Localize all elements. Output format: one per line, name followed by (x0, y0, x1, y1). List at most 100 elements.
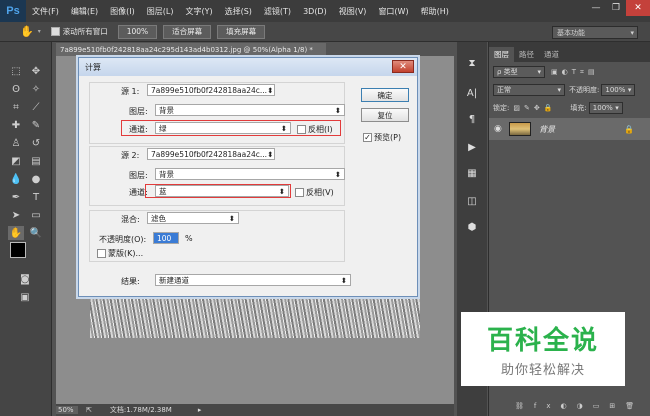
quick-mask-icon[interactable]: ◙ (17, 272, 33, 286)
path-selection-tool-icon[interactable]: ➤ (8, 208, 24, 222)
menu-3d[interactable]: 3D(D) (297, 7, 333, 16)
source1-layer-select[interactable]: 背景 ⬍ (155, 104, 345, 116)
menu-layer[interactable]: 图层(L) (141, 6, 180, 17)
layer-thumbnail (509, 122, 531, 136)
fit-screen-button[interactable]: 适合屏幕 (163, 24, 212, 39)
menu-window[interactable]: 窗口(W) (372, 6, 414, 17)
lasso-tool-icon[interactable]: ʘ (8, 82, 24, 96)
chevron-down-icon[interactable]: ▾ (38, 28, 41, 35)
marquee-tool-icon[interactable]: ⬚ (8, 64, 24, 78)
source1-file-select[interactable]: 7a899e510fb0f242818aa24c... ⬍ (147, 84, 275, 96)
tab-layers[interactable]: 图层 (489, 47, 514, 62)
minimize-icon[interactable]: — (586, 0, 606, 16)
dodge-tool-icon[interactable]: ● (28, 172, 44, 186)
source2-channel-select[interactable]: 蓝 ⬍ (155, 185, 289, 197)
lock-icons[interactable]: ▨✎✥🔒 (513, 104, 556, 112)
layer-kind-filter[interactable]: ρ 类型 ▾ (493, 66, 545, 78)
menu-image[interactable]: 图像(I) (104, 6, 141, 17)
crop-tool-icon[interactable]: ⌗ (8, 100, 24, 114)
status-menu-icon[interactable]: ▸ (198, 406, 202, 414)
document-tab[interactable]: 7a899e510fb0f242818aa24c295d143ad4b0312.… (56, 43, 326, 56)
layer-row[interactable]: ◉ 背景 🔒 (489, 118, 650, 140)
menu-view[interactable]: 视图(V) (333, 6, 373, 17)
blur-tool-icon[interactable]: 💧 (8, 172, 24, 186)
result-select[interactable]: 新建通道 ⬍ (155, 274, 351, 286)
export-icon[interactable]: ⇱ (86, 406, 92, 414)
tab-paths[interactable]: 路径 (514, 47, 539, 62)
source1-channel-select[interactable]: 绿 ⬍ (155, 122, 291, 134)
pen-tool-icon[interactable]: ✒ (8, 190, 24, 204)
history-brush-tool-icon[interactable]: ↺ (28, 136, 44, 150)
menu-help[interactable]: 帮助(H) (415, 6, 455, 17)
preview-checkbox[interactable]: ✓ 预览(P) (363, 132, 401, 143)
mask-checkbox[interactable]: 蒙版(K)... (97, 248, 143, 259)
photoshop-logo: Ps (0, 0, 26, 22)
zoom-100-button[interactable]: 100% (117, 24, 158, 39)
hand-tool-icon[interactable]: ✋ (8, 226, 24, 240)
hand-tool-icon[interactable]: ✋ (20, 25, 34, 38)
type-tool-icon[interactable]: T (28, 190, 44, 204)
menu-filter[interactable]: 滤镜(T) (258, 6, 297, 17)
chevron-down-icon: ▾ (627, 86, 632, 94)
character-icon[interactable]: A| (464, 86, 480, 100)
source1-channel: 绿 (159, 123, 167, 133)
opacity-input[interactable]: 100% ▾ (601, 84, 636, 96)
healing-brush-tool-icon[interactable]: ✚ (8, 118, 24, 132)
swatches-icon[interactable]: ▦ (464, 166, 480, 180)
layer-comps-icon[interactable]: ◫ (464, 194, 480, 208)
move-tool-icon[interactable]: ✥ (28, 64, 44, 78)
zoom-tool-icon[interactable]: 🔍 (28, 226, 44, 240)
fill-screen-button[interactable]: 填充屏幕 (217, 24, 266, 39)
actions-icon[interactable]: ▶ (464, 140, 480, 154)
brush-tool-icon[interactable]: ✎ (28, 118, 44, 132)
3d-icon[interactable]: ⬢ (464, 220, 480, 234)
foreground-color-swatch[interactable] (10, 242, 26, 258)
paragraph-icon[interactable]: ¶ (464, 112, 480, 126)
opacity-input[interactable]: 100 (153, 232, 179, 244)
menu-edit[interactable]: 编辑(E) (65, 6, 104, 17)
tab-channels[interactable]: 通道 (539, 47, 564, 62)
clone-stamp-tool-icon[interactable]: ♙ (8, 136, 24, 150)
chevron-down-icon: ⬍ (334, 169, 341, 179)
ok-button[interactable]: 确定 (361, 88, 409, 102)
window-controls: — ❐ ✕ (586, 0, 650, 16)
eyedropper-tool-icon[interactable]: ⟋ (28, 100, 44, 114)
invert2-checkbox[interactable]: 反相(V) (295, 187, 334, 198)
menu-type[interactable]: 文字(Y) (179, 6, 218, 17)
watermark-logo: 百科全说 助你轻松解决 (461, 312, 625, 386)
close-icon[interactable]: ✕ (392, 60, 414, 73)
document-image (90, 298, 420, 338)
dialog-titlebar: 计算 ✕ (79, 58, 417, 76)
invert1-checkbox[interactable]: 反相(I) (297, 124, 333, 135)
source2-layer-select[interactable]: 背景 ⬍ (155, 168, 345, 180)
screen-mode-icon[interactable]: ▣ (17, 290, 33, 304)
history-icon[interactable]: ⧗ (464, 56, 480, 70)
result-value: 新建通道 (159, 275, 189, 285)
source2-channel-label: 通道: (129, 188, 148, 197)
blend-mode-select[interactable]: 正常 ▾ (493, 84, 565, 96)
layer-footer-icons[interactable]: ⛓fx◐◑▭⊞🗑 (515, 402, 644, 410)
fill-input[interactable]: 100% ▾ (588, 102, 623, 114)
menu-file[interactable]: 文件(F) (26, 6, 65, 17)
blending-select[interactable]: 滤色 ⬍ (147, 212, 239, 224)
filter-icons[interactable]: ▣◐T⌗▤ (551, 68, 599, 77)
layer-name: 背景 (539, 124, 555, 134)
source1-layer-label: 图层: (129, 107, 148, 116)
menu-select[interactable]: 选择(S) (219, 6, 258, 17)
shape-tool-icon[interactable]: ▭ (28, 208, 44, 222)
blending-label: 混合: (121, 215, 140, 224)
scroll-all-windows-checkbox[interactable]: 滚动所有窗口 (50, 26, 108, 37)
eye-icon[interactable]: ◉ (494, 124, 502, 134)
close-icon[interactable]: ✕ (626, 0, 650, 16)
gradient-tool-icon[interactable]: ▤ (28, 154, 44, 168)
result-label: 结果: (121, 277, 140, 286)
workspace-select[interactable]: 基本功能 ▾ (552, 26, 638, 39)
zoom-level[interactable]: 50% (56, 406, 78, 414)
maximize-icon[interactable]: ❐ (606, 0, 626, 16)
workspace-label: 基本功能 (557, 28, 585, 37)
toolbox: ⬚ ✥ ʘ ✧ ⌗ ⟋ ✚ ✎ ♙ ↺ ◩ ▤ 💧 ● ✒ T ➤ ▭ ✋ 🔍 … (0, 42, 52, 416)
reset-button[interactable]: 复位 (361, 108, 409, 122)
magic-wand-tool-icon[interactable]: ✧ (28, 82, 44, 96)
source2-file-select[interactable]: 7a899e510fb0f242818aa24c... ⬍ (147, 148, 275, 160)
eraser-tool-icon[interactable]: ◩ (8, 154, 24, 168)
